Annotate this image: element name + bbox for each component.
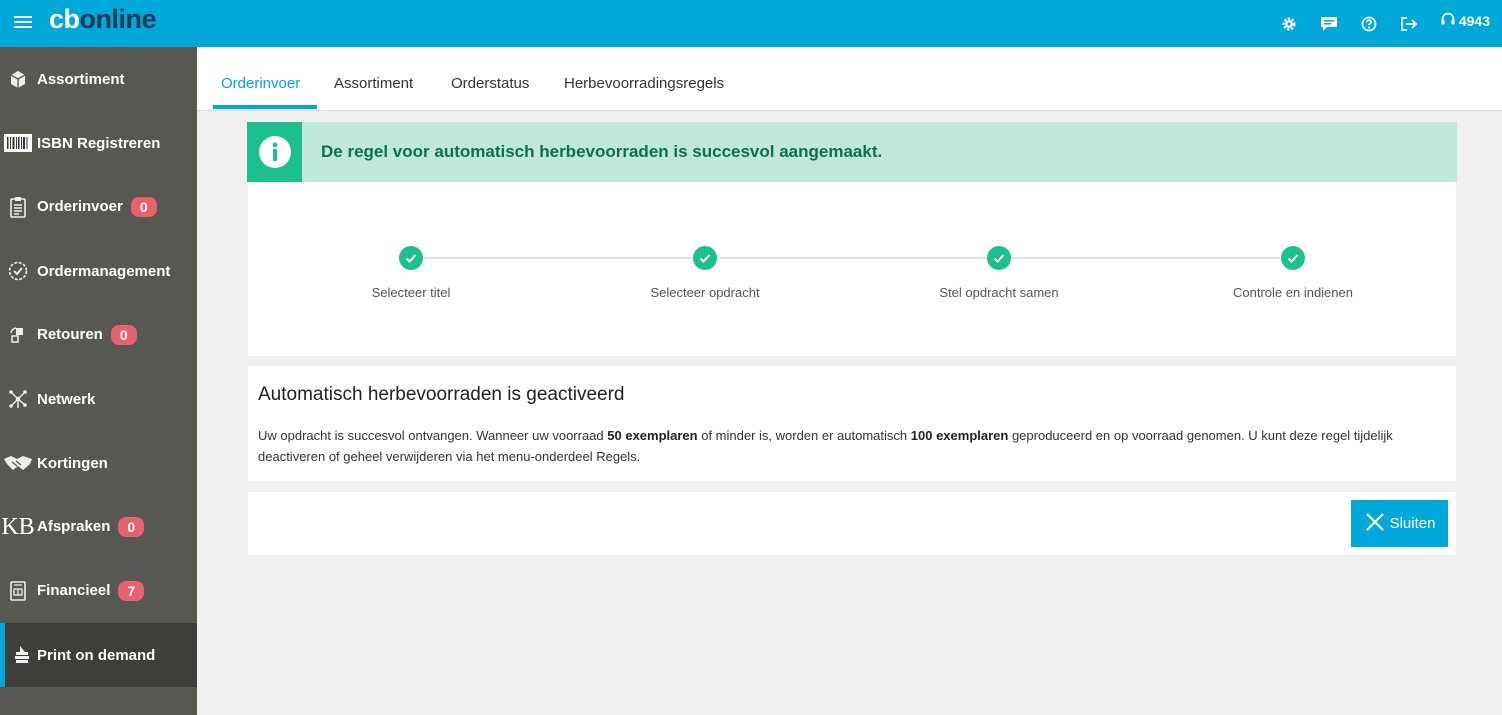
logout-icon[interactable]: [1400, 15, 1418, 33]
confirmation-card: Automatisch herbevoorraden is geactiveer…: [248, 366, 1456, 481]
sidebar-item-label: Retouren: [37, 325, 103, 343]
invoice-icon: [6, 579, 30, 603]
alert-message: De regel voor automatisch herbevoorraden…: [321, 142, 883, 161]
top-bar: cbonline 4943: [0, 0, 1502, 47]
headset-icon: [1440, 11, 1456, 30]
close-button[interactable]: Sluiten: [1351, 500, 1448, 547]
gear-icon[interactable]: [1280, 15, 1298, 33]
sidebar-item-netwerk[interactable]: Netwerk: [0, 367, 197, 431]
check-icon: [399, 246, 423, 270]
stepper-line: [411, 257, 1293, 259]
sidebar-item-label: Netwerk: [37, 390, 96, 408]
kb-icon: KB: [0, 513, 36, 540]
step-label: Selecteer opdracht: [650, 285, 760, 300]
tab-orderstatus[interactable]: Orderstatus: [451, 75, 529, 92]
sidebar-item-ordermanagement[interactable]: Ordermanagement: [0, 239, 197, 303]
count-badge: 0: [110, 325, 137, 345]
step-label: Stel opdracht samen: [939, 285, 1059, 300]
kb-icon-text: KB: [1, 513, 35, 540]
box-icon: [6, 67, 30, 91]
sidebar-item-print-on-demand[interactable]: Print on demand: [0, 623, 197, 687]
step-controle-en-indienen: Controle en indienen: [1193, 246, 1393, 300]
barcode-icon: [3, 131, 33, 155]
confirmation-body: Uw opdracht is succesvol ontvangen. Wann…: [258, 425, 1446, 467]
check-circle-icon: [6, 259, 30, 283]
tab-bar: Orderinvoer Assortiment Orderstatus Herb…: [197, 47, 1502, 111]
tab-orderinvoer[interactable]: Orderinvoer: [221, 75, 300, 92]
sidebar-item-kortingen[interactable]: Kortingen: [0, 431, 197, 495]
reorder-quantity: 100 exemplaren: [910, 428, 1009, 443]
logo-online: online: [79, 4, 157, 34]
step-label: Selecteer titel: [371, 285, 451, 300]
tab-herbevoorradingsregels[interactable]: Herbevoorradingsregels: [564, 75, 724, 92]
return-icon: [6, 323, 30, 347]
top-icons: 4943: [1280, 0, 1490, 47]
step-stel-opdracht-samen: Stel opdracht samen: [899, 246, 1099, 300]
network-icon: [6, 387, 30, 411]
check-icon: [1281, 246, 1305, 270]
step-selecteer-titel: Selecteer titel: [311, 246, 511, 300]
support-number: 4943: [1458, 12, 1490, 29]
check-icon: [987, 246, 1011, 270]
sidebar-item-label: Print on demand: [37, 646, 156, 664]
sidebar-item-retouren[interactable]: Retouren 0: [0, 303, 197, 367]
sidebar: Assortiment ISBN Registreren Orderinvoer…: [0, 47, 197, 715]
active-tab-indicator: [213, 105, 317, 109]
threshold-quantity: 50 exemplaren: [607, 428, 698, 443]
sidebar-item-label: Ordermanagement: [37, 262, 171, 280]
support-phone[interactable]: 4943: [1440, 11, 1490, 30]
close-icon: [1364, 511, 1386, 537]
logo[interactable]: cbonline: [49, 4, 157, 35]
check-icon: [693, 246, 717, 270]
close-button-label: Sluiten: [1389, 515, 1436, 532]
sidebar-item-isbn-registreren[interactable]: ISBN Registreren: [0, 111, 197, 175]
success-alert: De regel voor automatisch herbevoorraden…: [247, 122, 1457, 182]
clipboard-icon: [6, 195, 30, 219]
sidebar-item-afspraken[interactable]: KB Afspraken 0: [0, 495, 197, 559]
info-icon: [247, 122, 302, 182]
tab-assortiment[interactable]: Assortiment: [334, 75, 413, 92]
print-icon: [10, 643, 34, 667]
chat-icon[interactable]: [1320, 15, 1338, 33]
sidebar-item-label: Afspraken: [37, 517, 111, 535]
sidebar-item-orderinvoer[interactable]: Orderinvoer 0: [0, 175, 197, 239]
help-icon[interactable]: [1360, 15, 1378, 33]
progress-stepper: Selecteer titel Selecteer opdracht Stel …: [248, 182, 1456, 356]
count-badge: 7: [118, 581, 145, 601]
count-badge: 0: [130, 197, 157, 217]
sidebar-item-label: Orderinvoer: [37, 197, 123, 215]
sidebar-item-assortiment[interactable]: Assortiment: [0, 47, 197, 111]
sidebar-item-label: ISBN Registreren: [37, 134, 161, 152]
body-text: Uw opdracht is succesvol ontvangen. Wann…: [258, 428, 608, 443]
body-text: of minder is, worden er automatisch: [697, 428, 911, 443]
sidebar-item-label: Financieel: [37, 581, 111, 599]
handshake-icon: [2, 451, 34, 475]
sidebar-item-financieel[interactable]: Financieel 7: [0, 559, 197, 623]
menu-icon[interactable]: [14, 16, 32, 30]
step-selecteer-opdracht: Selecteer opdracht: [605, 246, 805, 300]
sidebar-item-label: Kortingen: [37, 454, 108, 472]
confirmation-title: Automatisch herbevoorraden is geactiveer…: [258, 384, 625, 405]
count-badge: 0: [118, 517, 145, 537]
step-label: Controle en indienen: [1233, 285, 1353, 300]
sidebar-item-label: Assortiment: [37, 70, 125, 88]
logo-cb: cb: [49, 4, 80, 34]
action-bar: Sluiten: [248, 492, 1456, 555]
